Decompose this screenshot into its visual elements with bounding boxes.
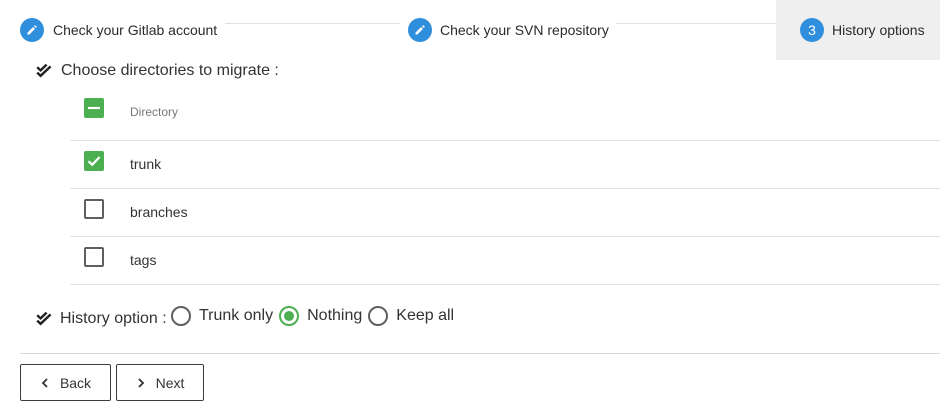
row-checkbox-tags[interactable] <box>84 247 104 267</box>
step-connector <box>225 23 400 24</box>
radio-label: Trunk only <box>199 307 274 324</box>
directory-name: trunk <box>130 156 162 172</box>
chevron-right-icon <box>137 377 144 388</box>
next-button[interactable]: Next <box>116 364 204 401</box>
column-header-directory: Directory <box>130 105 179 119</box>
step-label: Check your SVN repository <box>440 22 609 38</box>
minus-icon <box>88 106 100 110</box>
table-header-row: Directory <box>70 84 940 141</box>
radio-label: Keep all <box>396 307 455 324</box>
radio-label: Nothing <box>307 307 363 324</box>
directory-name: tags <box>130 252 157 268</box>
check-icon <box>87 156 101 167</box>
table-row: branches <box>70 189 940 237</box>
table-row: tags <box>70 237 940 285</box>
radio-button[interactable] <box>171 306 191 326</box>
chevron-left-icon <box>41 377 48 388</box>
radio-button[interactable] <box>279 306 300 326</box>
history-option-label: History option : <box>60 310 167 327</box>
stepper: Check your Gitlab account Check your SVN… <box>0 0 940 60</box>
radio-option-keep-all[interactable]: Keep all <box>368 306 454 326</box>
next-button-label: Next <box>155 374 185 391</box>
step-history-options[interactable]: 3 History options <box>776 0 940 60</box>
step-label: History options <box>832 22 925 38</box>
directories-section-header: Choose directories to migrate : <box>36 62 279 80</box>
pencil-icon <box>408 18 432 42</box>
directory-name: branches <box>130 204 188 220</box>
table-row: trunk <box>70 141 940 189</box>
step-svn-repository[interactable]: Check your SVN repository <box>408 0 609 60</box>
double-check-icon <box>36 64 52 78</box>
step-gitlab-account[interactable]: Check your Gitlab account <box>20 0 217 60</box>
history-radio-group: Trunk only Nothing Keep all <box>171 306 460 326</box>
row-checkbox-branches[interactable] <box>84 199 104 219</box>
row-checkbox-trunk[interactable] <box>84 151 104 171</box>
migration-wizard: Check your Gitlab account Check your SVN… <box>0 0 940 408</box>
history-section-header: History option : <box>36 310 167 328</box>
step-label: Check your Gitlab account <box>53 22 218 38</box>
directories-table: Directory trunk branches tags <box>70 84 940 285</box>
step-number: 3 <box>800 18 824 42</box>
double-check-icon <box>36 312 52 326</box>
back-button[interactable]: Back <box>20 364 111 401</box>
directories-title: Choose directories to migrate : <box>61 62 279 79</box>
select-all-checkbox[interactable] <box>84 98 104 118</box>
radio-option-trunk-only[interactable]: Trunk only <box>171 306 273 326</box>
divider <box>20 353 940 354</box>
back-button-label: Back <box>59 374 92 391</box>
radio-option-nothing[interactable]: Nothing <box>279 306 362 326</box>
step-connector <box>616 23 776 24</box>
radio-button[interactable] <box>368 306 389 326</box>
pencil-icon <box>20 18 44 42</box>
